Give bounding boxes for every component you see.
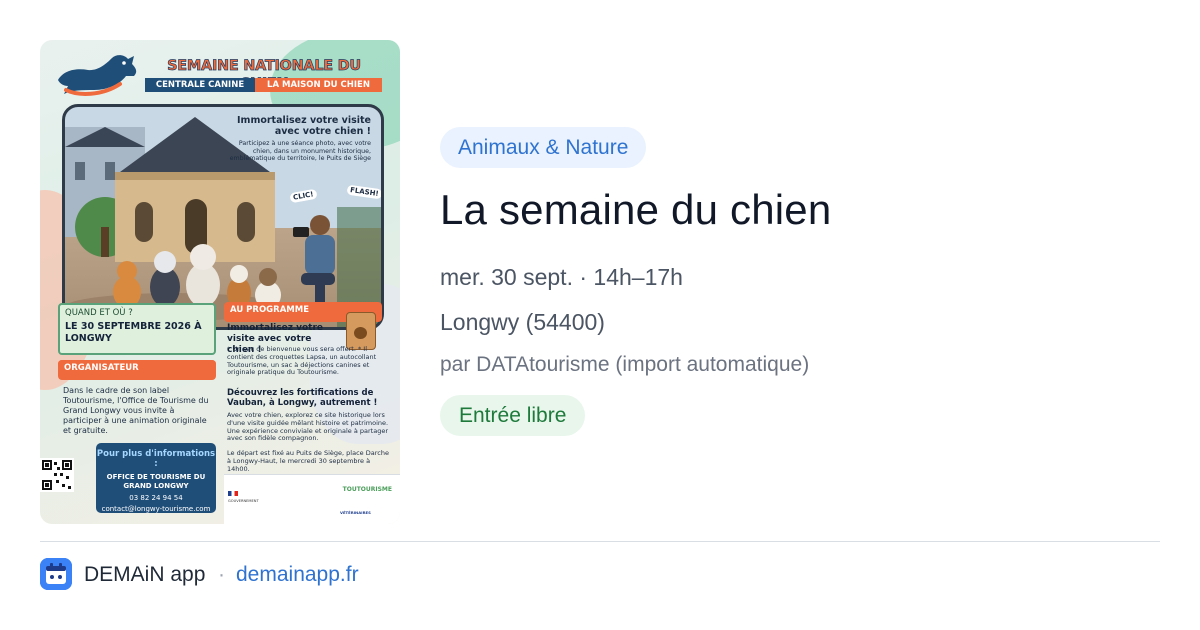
sponsor-toutourisme: TOUTOURISME bbox=[342, 486, 392, 493]
poster-subtitle-right: LA MAISON DU CHIEN bbox=[255, 78, 382, 92]
poster-illustration: Immortalisez votre visite avec votre chi… bbox=[62, 104, 384, 330]
when-label: QUAND ET OÙ ? bbox=[65, 308, 133, 318]
sponsor-government: GOUVERNEMENT bbox=[228, 499, 259, 503]
event-location: Longwy (54400) bbox=[440, 309, 605, 335]
price-badge: Entrée libre bbox=[440, 395, 586, 436]
poster-subtitle-left: CENTRALE CANINE bbox=[145, 78, 255, 92]
when-where-box: QUAND ET OÙ ? LE 30 SEPTEMBRE 2026 À LON… bbox=[58, 303, 216, 355]
info-email: contact@longwy-tourisme.com bbox=[101, 505, 211, 513]
program-text-3: Le départ est fixé au Puits de Siège, pl… bbox=[227, 449, 389, 473]
program-text-2: Avec votre chien, explorez ce site histo… bbox=[227, 411, 389, 443]
scene-text: Participez à une séance photo, avec votr… bbox=[229, 140, 371, 163]
french-flag-icon bbox=[228, 491, 238, 496]
organizer-label: ORGANISATEUR bbox=[58, 360, 216, 376]
info-label: Pour plus d'informations : bbox=[96, 449, 216, 469]
info-phone: 03 82 24 94 54 bbox=[129, 494, 183, 502]
info-organization: OFFICE DE TOURISME DU GRAND LONGWY bbox=[106, 473, 206, 490]
event-source: par DATAtourisme (import automatique) bbox=[440, 353, 810, 376]
program-title-2: Découvrez les fortifications de Vauban, … bbox=[227, 388, 378, 408]
when-value: LE 30 SEPTEMBRE 2026 À LONGWY bbox=[65, 321, 202, 344]
footer-divider bbox=[40, 541, 1160, 542]
event-date: mer. 30 sept. · 14h–17h bbox=[440, 264, 683, 290]
qr-code-icon bbox=[40, 458, 74, 492]
program-list: * Un sac de bienvenue vous sera offert. … bbox=[227, 345, 377, 377]
event-title: La semaine du chien bbox=[440, 186, 832, 233]
info-box: Pour plus d'informations : OFFICE DE TOU… bbox=[96, 443, 216, 513]
footer-separator: · bbox=[218, 563, 225, 586]
sponsor-veterinarians: VÉTÉRINAIRES bbox=[340, 510, 371, 515]
organizer-box: ORGANISATEUR bbox=[58, 360, 216, 380]
app-website-link[interactable]: demainapp.fr bbox=[236, 561, 359, 589]
app-name: DEMAiN app bbox=[84, 563, 206, 586]
dog-logo-icon bbox=[58, 55, 137, 96]
event-poster-image[interactable]: SEMAINE NATIONALE DU CHIEN CENTRALE CANI… bbox=[40, 40, 400, 524]
app-logo-icon bbox=[40, 558, 72, 590]
category-badge[interactable]: Animaux & Nature bbox=[440, 127, 647, 168]
scene-heading: Immortalisez votre visite avec votre chi… bbox=[237, 115, 371, 137]
sponsor-strip: GOUVERNEMENT VÉTÉRINAIRES TOUTOURISME bbox=[224, 474, 400, 524]
organizer-text: Dans le cadre de son label Toutourisme, … bbox=[63, 386, 209, 435]
